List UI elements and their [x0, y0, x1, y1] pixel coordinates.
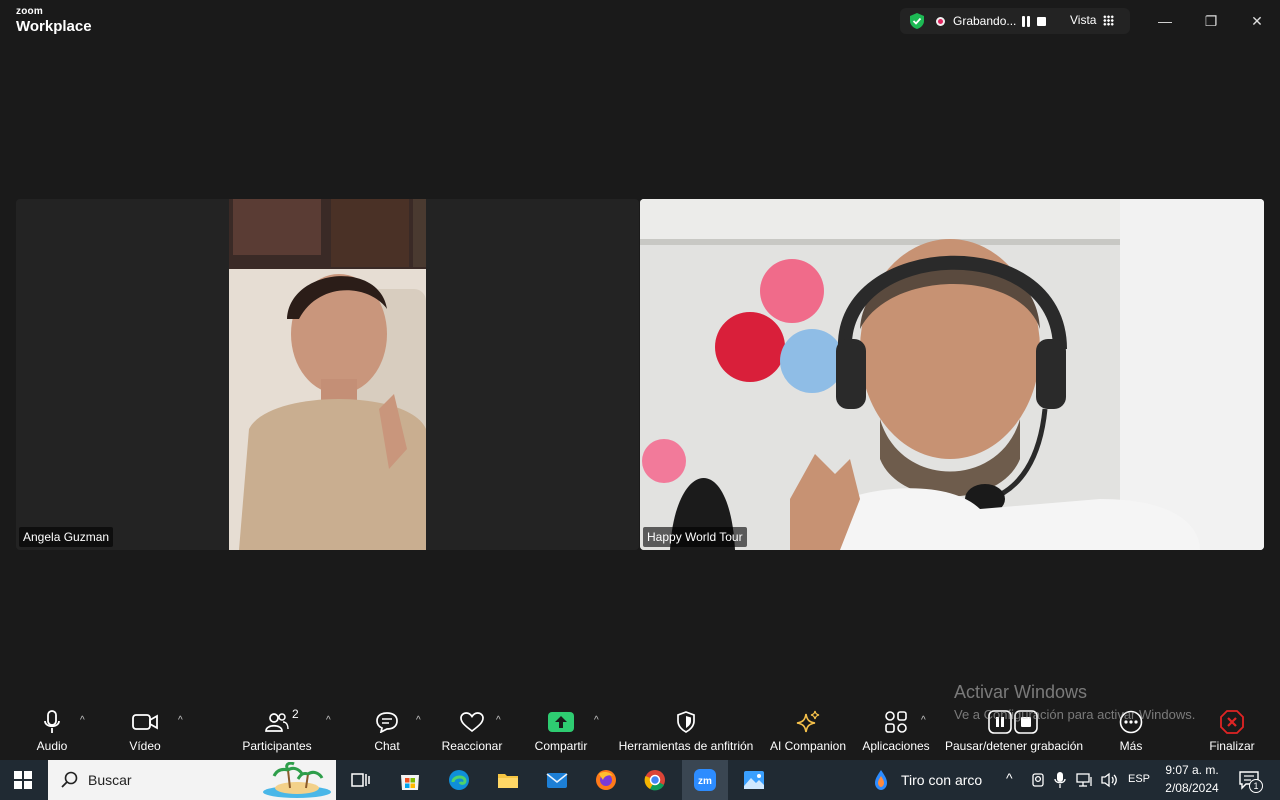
- share-options-caret-icon[interactable]: ^: [594, 715, 599, 726]
- video-button[interactable]: Vídeo: [126, 709, 164, 753]
- firefox-icon[interactable]: [594, 768, 618, 792]
- share-label: Compartir: [534, 739, 588, 753]
- show-hidden-icons-chevron-icon[interactable]: ^: [1006, 770, 1013, 786]
- video-frame-angela: [229, 199, 426, 550]
- react-label: Reaccionar: [441, 739, 503, 753]
- chat-button[interactable]: Chat: [370, 709, 404, 753]
- share-screen-icon: [548, 712, 574, 732]
- apps-options-caret-icon[interactable]: ^: [921, 715, 926, 726]
- mail-icon[interactable]: [545, 768, 569, 792]
- chat-bubble-icon: [376, 712, 398, 733]
- participant-name-tag: Happy World Tour: [643, 527, 747, 547]
- minimize-button[interactable]: —: [1142, 8, 1188, 34]
- end-meeting-icon: [1220, 710, 1244, 734]
- microphone-icon: [44, 710, 60, 733]
- stop-recording-icon[interactable]: [1037, 17, 1046, 26]
- chat-options-caret-icon[interactable]: ^: [416, 715, 421, 726]
- pause-recording-icon[interactable]: [1021, 16, 1031, 27]
- maximize-button[interactable]: ❐: [1188, 8, 1234, 34]
- weather-widget-label[interactable]: Tiro con arco: [901, 772, 982, 788]
- recording-status-text: Grabando...: [953, 14, 1017, 28]
- task-view-icon[interactable]: [348, 768, 372, 792]
- zoom-logo: zoom Workplace: [16, 6, 92, 35]
- view-button[interactable]: Vista: [1070, 13, 1096, 27]
- clock[interactable]: 9:07 a. m. 2/08/2024: [1160, 763, 1224, 795]
- react-button[interactable]: Reaccionar: [440, 709, 504, 753]
- edge-browser-icon[interactable]: [447, 768, 471, 792]
- microphone-in-use-icon[interactable]: [1053, 771, 1067, 789]
- apps-icon: [885, 711, 907, 733]
- participant-video-happy-world-tour: [640, 199, 1264, 550]
- pause-recording-label: Pausar/detener grabación: [944, 739, 1084, 753]
- participants-label: Participantes: [242, 739, 312, 753]
- ai-companion-button[interactable]: AI Companion: [766, 709, 850, 753]
- participant-video-angela: [229, 199, 426, 550]
- audio-button[interactable]: Audio: [36, 709, 68, 753]
- notifications-button[interactable]: 1: [1238, 770, 1263, 793]
- more-dots-icon: [1119, 710, 1143, 734]
- participants-button[interactable]: 2 Participantes: [240, 707, 314, 753]
- island-illustration-icon: [263, 762, 331, 798]
- end-meeting-label: Finalizar: [1209, 739, 1255, 753]
- windows-start-icon[interactable]: [14, 771, 32, 789]
- photos-app-icon[interactable]: [742, 768, 766, 792]
- weather-widget-icon[interactable]: [870, 768, 892, 792]
- language-indicator[interactable]: ESP: [1128, 773, 1150, 785]
- participant-name-tag: Angela Guzman: [19, 527, 114, 547]
- windows-taskbar: Buscar zm Tiro con arco ^ ESP 9:07 a. m.…: [0, 760, 1280, 800]
- chat-label: Chat: [374, 739, 400, 753]
- audio-options-caret-icon[interactable]: ^: [80, 715, 85, 726]
- clock-time: 9:07 a. m.: [1165, 763, 1219, 777]
- grid-view-icon[interactable]: [1103, 15, 1114, 26]
- video-camera-icon: [132, 714, 158, 730]
- recording-dot-icon: [936, 17, 945, 26]
- host-tools-button[interactable]: Herramientas de anfitrión: [616, 709, 756, 753]
- ai-sparkle-icon: [796, 710, 820, 733]
- host-tools-label: Herramientas de anfitrión: [618, 739, 754, 753]
- close-window-button[interactable]: ✕: [1234, 8, 1280, 34]
- video-options-caret-icon[interactable]: ^: [178, 715, 183, 726]
- participants-count-badge: 2: [292, 707, 299, 721]
- audio-label: Audio: [36, 739, 68, 753]
- taskbar-search-box[interactable]: Buscar: [48, 760, 336, 800]
- logo-workplace-text: Workplace: [16, 18, 92, 35]
- encryption-shield-icon[interactable]: [908, 12, 926, 30]
- zoom-app-icon[interactable]: zm: [693, 768, 717, 792]
- share-button[interactable]: Compartir: [530, 709, 592, 753]
- title-bar: zoom Workplace Grabando... Vista — ❐ ✕: [0, 0, 1280, 44]
- file-explorer-icon[interactable]: [496, 768, 520, 792]
- more-label: Más: [1119, 739, 1143, 753]
- pause-stop-recording-icon: [988, 710, 1038, 734]
- react-options-caret-icon[interactable]: ^: [496, 715, 501, 726]
- camera-in-use-icon[interactable]: [1030, 772, 1046, 788]
- network-icon[interactable]: [1076, 772, 1094, 788]
- search-placeholder: Buscar: [88, 772, 132, 788]
- participants-options-caret-icon[interactable]: ^: [326, 715, 331, 726]
- chrome-icon[interactable]: [643, 768, 667, 792]
- video-tile-angela[interactable]: Angela Guzman: [16, 199, 639, 550]
- meeting-toolbar: Audio ^ Vídeo ^ 2 Participantes ^ Chat ^…: [0, 701, 1280, 760]
- heart-icon: [460, 711, 484, 732]
- ai-companion-label: AI Companion: [769, 739, 847, 753]
- apps-label: Aplicaciones: [862, 739, 930, 753]
- video-tile-happy-world-tour[interactable]: Happy World Tour: [640, 199, 1264, 550]
- pause-recording-button[interactable]: Pausar/detener grabación: [944, 709, 1084, 753]
- video-label: Vídeo: [129, 739, 161, 753]
- volume-icon[interactable]: [1100, 772, 1118, 788]
- svg-text:zm: zm: [698, 776, 712, 787]
- search-icon: [61, 771, 78, 788]
- zoom-window: zoom Workplace Grabando... Vista — ❐ ✕ A…: [0, 0, 1280, 760]
- end-meeting-button[interactable]: Finalizar: [1206, 709, 1258, 753]
- microsoft-store-icon[interactable]: [398, 768, 422, 792]
- logo-zoom-text: zoom: [16, 6, 43, 17]
- clock-date: 2/08/2024: [1165, 781, 1219, 795]
- notification-count-badge: 1: [1249, 779, 1263, 793]
- more-button[interactable]: Más: [1112, 709, 1150, 753]
- recording-indicator: Grabando... Vista: [900, 8, 1130, 34]
- host-tools-shield-icon: [677, 711, 695, 733]
- participants-icon: [265, 713, 289, 732]
